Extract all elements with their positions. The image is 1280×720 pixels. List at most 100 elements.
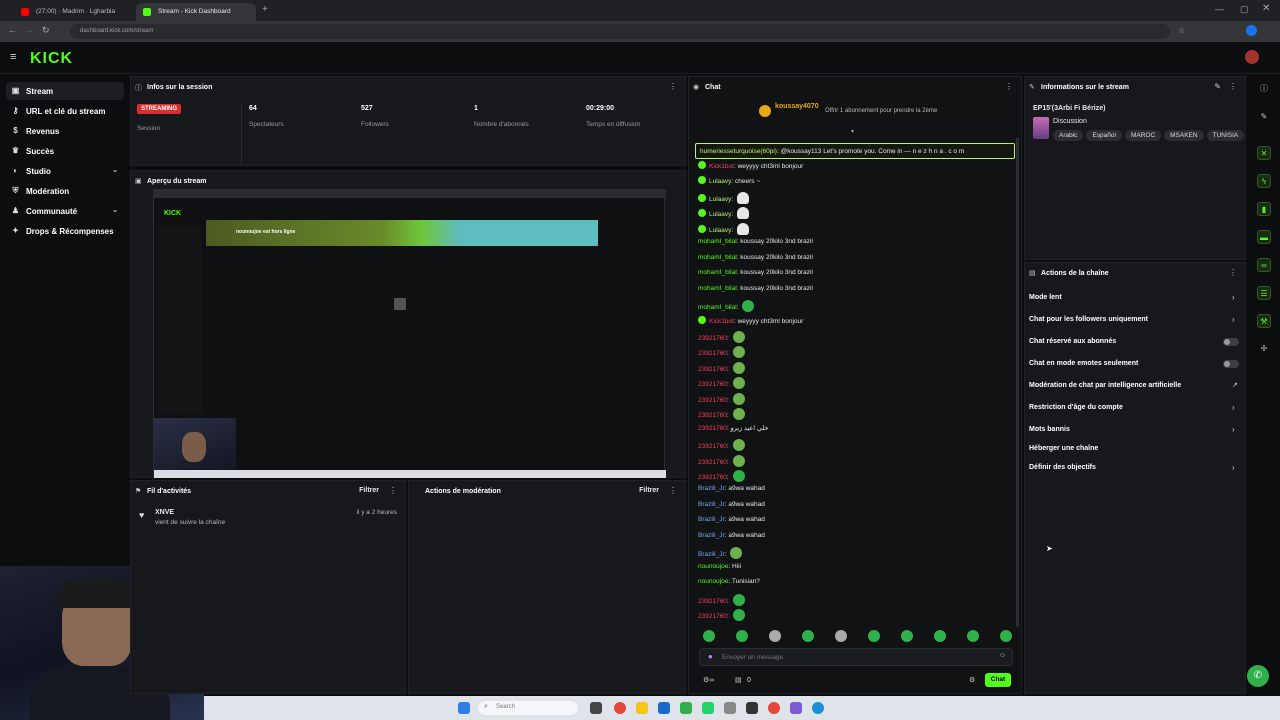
emote-icon[interactable] — [967, 630, 979, 642]
kebab-icon[interactable]: ⋮ — [389, 486, 397, 495]
sidebar-item-communaute[interactable]: ♟ Communauté ⌄ — [6, 202, 124, 220]
link-icon[interactable]: ∞ — [1257, 258, 1271, 272]
sidebar-item-studio[interactable]: ◐ Studio ⌄ — [6, 162, 124, 180]
maximize-icon[interactable]: ▢ — [1240, 4, 1249, 15]
browser-tab-active[interactable]: Stream - Kick Dashboard — [136, 3, 256, 21]
emote-icon[interactable] — [835, 630, 847, 642]
action-slow-mode[interactable]: Mode lent — [1029, 294, 1062, 301]
send-chat-button[interactable]: Chat — [985, 673, 1011, 687]
chat-username[interactable]: Kick1bot — [709, 163, 734, 170]
close-icon[interactable]: ✕ — [1262, 3, 1270, 14]
chevron-right-icon[interactable]: › — [1232, 425, 1235, 434]
emote-icon[interactable] — [1000, 630, 1012, 642]
chat-username[interactable]: nounoujoe — [698, 563, 728, 570]
action-set-goals[interactable]: Définir des objectifs — [1029, 464, 1096, 471]
action-age-restriction[interactable]: Restriction d'âge du compte — [1029, 404, 1123, 411]
chat-username[interactable]: mohamI_bilal — [698, 304, 737, 311]
profile-avatar[interactable] — [1246, 25, 1257, 36]
windows-start-icon[interactable] — [458, 702, 470, 714]
pencil-icon[interactable]: ✎ — [1214, 82, 1221, 91]
chat-username[interactable]: Brazili_Jr — [698, 516, 725, 523]
chat-username[interactable]: 23921760 — [698, 598, 727, 605]
chat-input[interactable] — [722, 651, 992, 663]
chat-username[interactable]: Lulaavy — [709, 178, 731, 185]
chat-username[interactable]: 23921760 — [698, 335, 727, 342]
close-icon[interactable]: ✕ — [1257, 146, 1271, 160]
chat-username[interactable]: Brazili_Jr — [698, 485, 725, 492]
kebab-icon[interactable]: ⋮ — [669, 82, 677, 91]
puzzle-icon[interactable]: ✢ — [1257, 342, 1271, 356]
kebab-icon[interactable]: ⋮ — [1005, 82, 1013, 91]
chat-username[interactable]: mohamI_bilal — [698, 269, 737, 276]
chrome-icon[interactable] — [614, 702, 626, 714]
edge-icon[interactable] — [812, 702, 824, 714]
activity-user[interactable]: XNVE — [155, 509, 174, 516]
chat-username[interactable]: 23921760 — [698, 350, 727, 357]
sidebar-item-revenus[interactable]: $ Revenus — [6, 122, 124, 140]
minimize-icon[interactable]: — — [1215, 4, 1224, 14]
help-chat-button[interactable]: ✆ — [1247, 665, 1269, 687]
action-banned-words[interactable]: Mots bannis — [1029, 426, 1070, 433]
reload-icon[interactable]: ↻ — [42, 25, 50, 36]
folder-icon[interactable] — [636, 702, 648, 714]
bookmark-star-icon[interactable]: ☆ — [1178, 26, 1185, 35]
filter-button[interactable]: Filtrer — [359, 487, 379, 494]
sidebar-item-moderation[interactable]: ⛨ Modération — [6, 182, 124, 200]
chat-username[interactable]: mohamI_bilal — [698, 254, 737, 261]
chat-username[interactable]: 23921760 — [698, 613, 727, 620]
chat-username[interactable]: 23921760 — [698, 397, 727, 404]
tag[interactable]: Arabic — [1053, 130, 1084, 141]
chat-username[interactable]: nounoujoe — [698, 578, 728, 585]
obs-icon[interactable] — [746, 702, 758, 714]
pinned-user[interactable]: koussay4070 — [775, 103, 819, 110]
stream-preview-video[interactable]: KICK nounoujoe est hors ligne — [153, 189, 666, 478]
chat-username[interactable]: Lulaavy — [709, 211, 731, 218]
brave-icon[interactable] — [768, 702, 780, 714]
emotes-only-toggle[interactable] — [1223, 360, 1239, 368]
tag[interactable]: MAROC — [1124, 130, 1162, 141]
chevron-right-icon[interactable]: › — [1232, 403, 1235, 412]
tag[interactable]: MSAKEN — [1164, 130, 1204, 141]
list-icon[interactable]: ☰ — [1257, 286, 1271, 300]
emote-icon[interactable] — [703, 630, 715, 642]
emote-icon[interactable] — [901, 630, 913, 642]
kick-app-icon[interactable] — [680, 702, 692, 714]
url-field[interactable]: dashboard.kick.com/stream — [70, 24, 1170, 39]
chat-username[interactable]: 23921760 — [698, 381, 727, 388]
chat-username[interactable]: mohamI_bilal — [698, 238, 737, 245]
card-icon[interactable]: ▮ — [1257, 202, 1271, 216]
sidebar-item-drops[interactable]: ✦ Drops & Récompenses — [6, 222, 124, 240]
gear-icon[interactable]: ⚙ — [969, 676, 975, 684]
chevron-right-icon[interactable]: › — [1232, 293, 1235, 302]
info-icon[interactable]: ⓘ — [1257, 82, 1271, 96]
chat-scrollbar[interactable] — [1016, 137, 1019, 627]
user-avatar[interactable] — [1245, 50, 1259, 64]
subscribers-only-toggle[interactable] — [1223, 338, 1239, 346]
action-host-channel[interactable]: Héberger une chaîne — [1029, 445, 1098, 452]
chat-username[interactable]: 23921760 — [698, 412, 727, 419]
chat-username[interactable]: 23921760 — [698, 366, 727, 373]
discord-icon[interactable] — [790, 702, 802, 714]
chevron-right-icon[interactable]: › — [1232, 463, 1235, 472]
chat-username[interactable]: Brazili_Jr — [698, 532, 725, 539]
emoji-icon[interactable]: ☺ — [999, 652, 1006, 659]
settings-app-icon[interactable] — [724, 702, 736, 714]
pencil-icon[interactable]: ✎ — [1257, 110, 1271, 124]
chevron-right-icon[interactable]: › — [1232, 315, 1235, 324]
new-tab-icon[interactable]: + — [262, 4, 268, 15]
tag[interactable]: TUNISIA — [1206, 130, 1245, 141]
chat-username[interactable]: mohamI_bilal — [698, 285, 737, 292]
chat-username[interactable]: Lulaavy — [709, 196, 731, 203]
chevron-down-icon[interactable]: ▾ — [851, 128, 854, 135]
tag[interactable]: Español — [1086, 130, 1122, 141]
sidebar-item-succes[interactable]: ♛ Succès — [6, 142, 124, 160]
chat-username[interactable]: 23921760 — [698, 425, 727, 432]
filter-button[interactable]: Filtrer — [639, 487, 659, 494]
microphone-icon[interactable]: ● — [708, 652, 713, 661]
emote-icon[interactable] — [802, 630, 814, 642]
external-link-icon[interactable]: ↗ — [1232, 381, 1238, 389]
action-ai-moderation[interactable]: Modération de chat par intelligence arti… — [1029, 382, 1181, 389]
taskbar-search[interactable]: ⌕ Search — [478, 701, 578, 715]
kick-logo[interactable]: KICK — [30, 50, 73, 68]
chat-bubble-icon[interactable]: ▬ — [1257, 230, 1271, 244]
